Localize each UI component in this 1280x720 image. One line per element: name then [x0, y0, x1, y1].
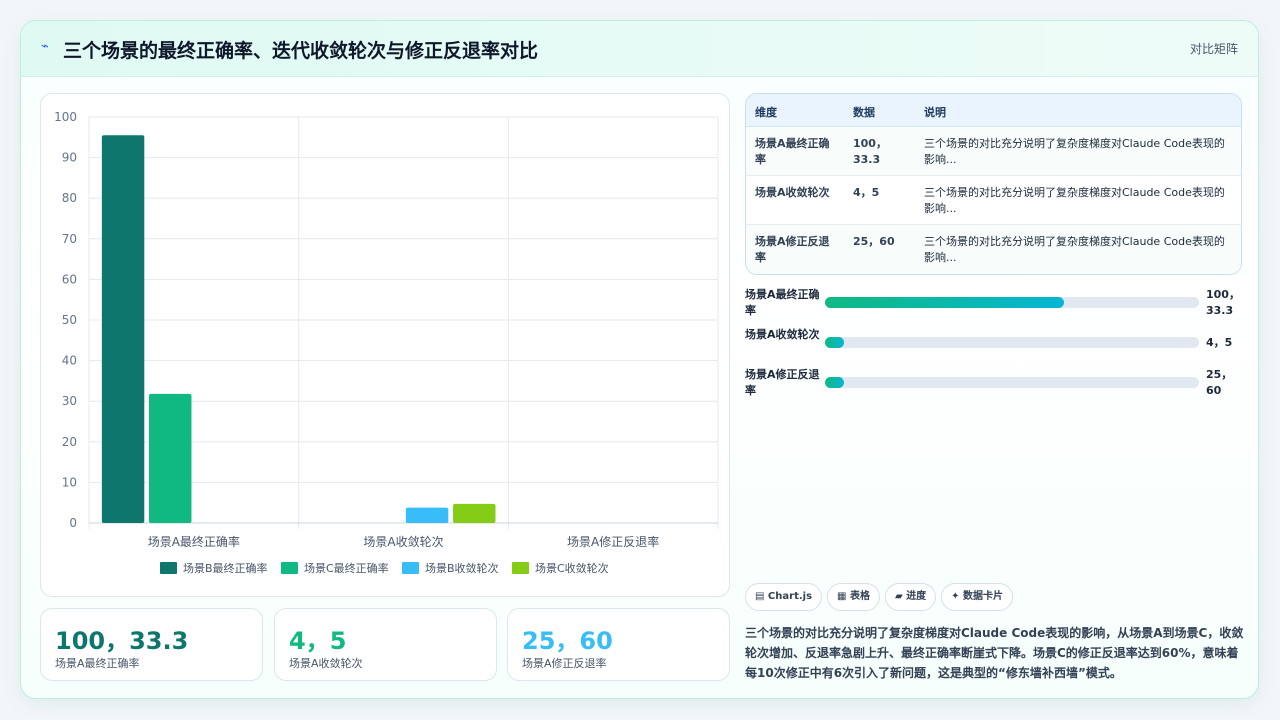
progress-label: 场景A最终正确率 — [745, 288, 820, 317]
stat-label: 场景A收敛轮次 — [289, 657, 363, 670]
table-cell: 100，33.3 — [853, 137, 887, 166]
y-tick-label: 100 — [54, 110, 77, 124]
chip-progress[interactable]: ▰ 进度 — [884, 583, 937, 611]
progress-track — [825, 297, 1199, 308]
legend-swatch — [160, 562, 177, 574]
bar-chart-panel: 0 10 20 30 40 50 60 70 80 90 100 场景A最终正确率 场景A收敛轮次 场景A… — [40, 93, 730, 597]
y-tick-label: 50 — [62, 313, 77, 327]
stat-card-rounds: 4，5 场景A收敛轮次 — [274, 608, 497, 681]
legend-label: 场景C最终正确率 — [304, 561, 389, 575]
stat-label: 场景A最终正确率 — [55, 657, 140, 670]
dashboard-card: ⌁ 三个场景的最终正确率、迭代收敛轮次与修正反退率对比 对比矩阵 0 10 20 30… — [20, 20, 1259, 699]
progress-value: 4，5 — [1206, 336, 1233, 349]
stat-card-accuracy: 100，33.3 场景A最终正确率 — [40, 608, 263, 681]
chip-bar: ▤ Chart.js ▦ 表格 ▰ 进度 ✦ 数据卡片 — [745, 583, 1018, 611]
column-header: 维度 — [755, 106, 777, 119]
y-tick-label: 10 — [62, 475, 77, 489]
table-cell: 三个场景的对比充分说明了复杂度梯度对Claude Code表现的影响... — [924, 186, 1225, 215]
legend-label: 场景C收敛轮次 — [535, 561, 609, 575]
progress-track — [825, 377, 1199, 388]
legend-swatch — [402, 562, 419, 574]
chip-table[interactable]: ▦ 表格 — [827, 583, 880, 611]
progress-row: 场景A最终正确率 100，33.3 — [745, 287, 1242, 321]
progress-label: 场景A修正反退率 — [745, 368, 820, 397]
table-cell: 场景A最终正确率 — [755, 137, 830, 166]
table-row: 场景A最终正确率 100，33.3 三个场景的对比充分说明了复杂度梯度对Clau… — [746, 127, 1241, 176]
chip-data-card[interactable]: ✦ 数据卡片 — [941, 583, 1014, 611]
table-cell: 三个场景的对比充分说明了复杂度梯度对Claude Code表现的影响... — [924, 235, 1225, 264]
table-cell: 三个场景的对比充分说明了复杂度梯度对Claude Code表现的影响... — [924, 137, 1225, 166]
progress-value: 25，60 — [1206, 368, 1233, 397]
legend-label: 场景B收敛轮次 — [425, 561, 499, 575]
x-tick-label: 场景A修正反退率 — [567, 534, 659, 549]
y-tick-label: 60 — [62, 272, 77, 286]
stat-value: 25，60 — [522, 627, 613, 655]
header-bar: ⌁ 三个场景的最终正确率、迭代收敛轮次与修正反退率对比 对比矩阵 — [21, 21, 1258, 77]
bar — [405, 507, 449, 523]
stat-card-regression: 25，60 场景A修正反退率 — [507, 608, 730, 681]
legend-swatch — [512, 562, 529, 574]
y-tick-label: 20 — [62, 435, 77, 449]
progress-track — [825, 337, 1199, 348]
legend-label: 场景B最终正确率 — [183, 561, 268, 575]
progress-fill — [825, 377, 844, 388]
summary-text: 三个场景的对比充分说明了复杂度梯度对Claude Code表现的影响，从场景A到… — [745, 626, 1244, 680]
progress-fill — [825, 337, 844, 348]
progress-row: 场景A收敛轮次 4，5 — [745, 327, 1242, 361]
bar — [149, 393, 192, 523]
stat-value: 100，33.3 — [55, 627, 189, 655]
x-tick-label: 场景A最终正确率 — [148, 534, 240, 549]
progress-fill — [825, 297, 1065, 308]
lightning-icon: ⌁ — [41, 39, 49, 54]
data-table: 维度 数据 说明 场景A最终正确率 100，33.3 三个场景的对比充分说明了复… — [745, 93, 1242, 275]
bar-chart: 0 10 20 30 40 50 60 70 80 90 100 场景A最终正确率 场景A收敛轮次 场景A… — [54, 110, 719, 575]
column-header: 数据 — [853, 106, 875, 119]
stat-value: 4，5 — [289, 627, 347, 655]
table-cell: 场景A收敛轮次 — [755, 186, 830, 199]
bar — [453, 503, 496, 523]
chip-chartjs[interactable]: ▤ Chart.js — [745, 583, 823, 611]
y-tick-label: 0 — [69, 516, 77, 530]
stat-label: 场景A修正反退率 — [522, 657, 607, 670]
table-cell: 4，5 — [853, 186, 880, 199]
table-row: 场景A修正反退率 25，60 三个场景的对比充分说明了复杂度梯度对Claude … — [746, 225, 1241, 274]
table-header: 维度 数据 说明 — [746, 94, 1241, 127]
table-cell: 25，60 — [853, 235, 895, 248]
page-title: 三个场景的最终正确率、迭代收敛轮次与修正反退率对比 — [63, 40, 539, 62]
legend-swatch — [281, 562, 298, 574]
x-tick-label: 场景A收敛轮次 — [363, 534, 443, 549]
column-header: 说明 — [924, 106, 946, 119]
progress-value: 100，33.3 — [1206, 288, 1240, 317]
progress-label: 场景A收敛轮次 — [745, 328, 820, 341]
progress-row: 场景A修正反退率 25，60 — [745, 367, 1242, 401]
table-row: 场景A收敛轮次 4，5 三个场景的对比充分说明了复杂度梯度对Claude Cod… — [746, 176, 1241, 225]
y-tick-label: 30 — [62, 394, 77, 408]
y-tick-label: 70 — [62, 232, 77, 246]
y-tick-label: 90 — [62, 151, 77, 165]
header-tag: 对比矩阵 — [1189, 42, 1238, 56]
bar — [101, 135, 145, 523]
y-tick-label: 80 — [62, 191, 77, 205]
y-tick-label: 40 — [62, 354, 77, 368]
table-cell: 场景A修正反退率 — [755, 235, 830, 264]
